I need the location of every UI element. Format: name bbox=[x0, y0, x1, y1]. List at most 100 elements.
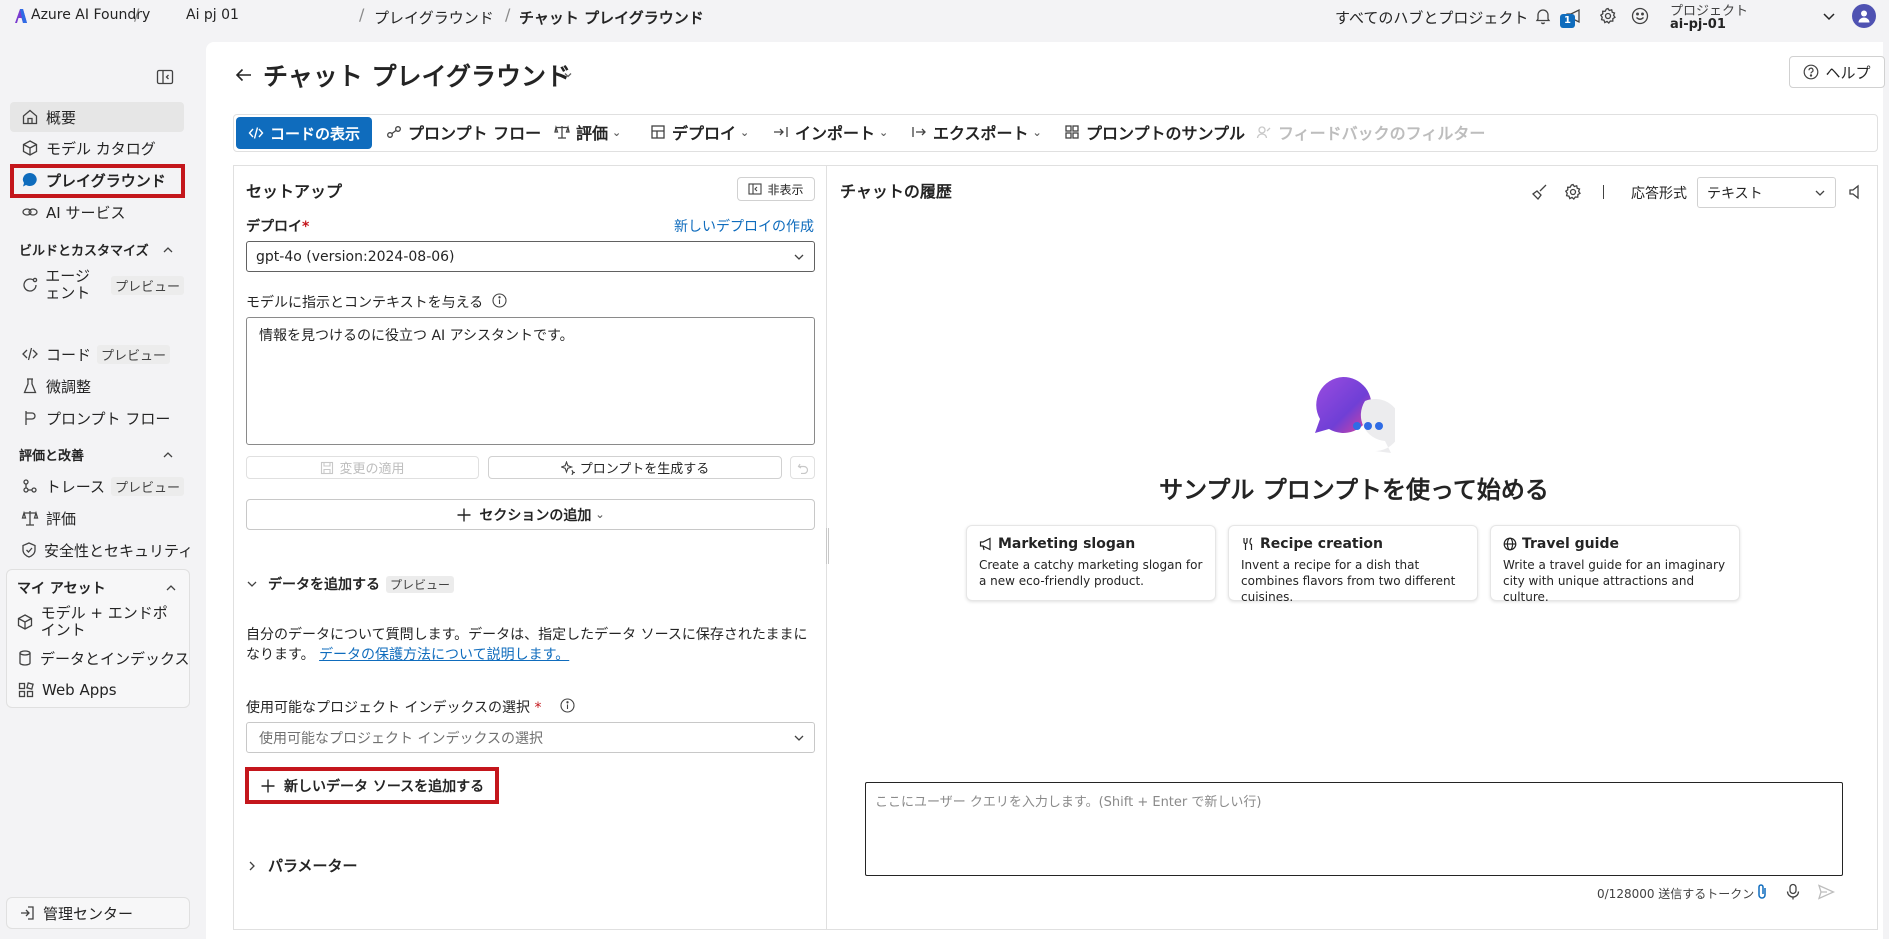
evaluate-menu[interactable]: 評価 ⌄ bbox=[554, 114, 621, 150]
help-button[interactable]: ヘルプ bbox=[1789, 56, 1885, 88]
sidebar-item-agents[interactable]: エージェント プレビュー bbox=[10, 264, 184, 306]
generate-prompt-button[interactable]: プロンプトを生成する bbox=[488, 456, 782, 479]
sidebar-item-models-endpoints[interactable]: モデル + エンドポイント bbox=[6, 601, 180, 643]
hide-panel-icon bbox=[748, 183, 763, 195]
chevron-down-icon bbox=[1814, 187, 1826, 199]
chat-input-placeholder: ここにユーザー クエリを入力します。(Shift + Enter で新しい行) bbox=[875, 795, 1262, 810]
title-chevron-icon[interactable] bbox=[563, 70, 573, 80]
info-icon[interactable] bbox=[560, 698, 575, 713]
chat-history-title: チャットの履歴 bbox=[840, 182, 952, 201]
sidebar-group-eval[interactable]: 評価と改善 bbox=[19, 445, 174, 464]
breadcrumb-playground[interactable]: プレイグラウンド bbox=[374, 7, 494, 28]
deploy-menu[interactable]: デプロイ ⌄ bbox=[650, 114, 749, 150]
hide-button[interactable]: 非表示 bbox=[737, 177, 815, 201]
view-code-button[interactable]: コードの表示 bbox=[236, 117, 372, 149]
sidebar-item-code[interactable]: コード プレビュー bbox=[10, 339, 184, 369]
preview-badge: プレビュー bbox=[110, 476, 184, 496]
card-title: Recipe creation bbox=[1260, 536, 1383, 552]
gear-icon[interactable] bbox=[1564, 183, 1582, 201]
sidebar-group-assets[interactable]: マイ アセット bbox=[17, 578, 177, 598]
speaker-icon[interactable] bbox=[1847, 184, 1863, 200]
index-select-placeholder: 使用可能なプロジェクト インデックスの選択 bbox=[259, 730, 544, 747]
view-code-label: コードの表示 bbox=[269, 124, 360, 143]
sidebar-item-model-catalog[interactable]: モデル カタログ bbox=[10, 133, 184, 163]
deploy-select[interactable]: gpt-4o (version:2024-08-06) bbox=[246, 241, 815, 272]
avatar[interactable] bbox=[1852, 4, 1876, 28]
chat-input[interactable]: ここにユーザー クエリを入力します。(Shift + Enter で新しい行) bbox=[865, 782, 1843, 876]
chevron-down-icon: ⌄ bbox=[612, 125, 622, 139]
prompt-card-travel[interactable]: Travel guide Write a travel guide for an… bbox=[1490, 525, 1740, 604]
brand-name[interactable]: Azure AI Foundry bbox=[31, 7, 150, 23]
chevron-down-icon bbox=[246, 578, 258, 590]
chevron-down-icon bbox=[793, 251, 805, 263]
feedback-icon bbox=[1256, 124, 1272, 140]
new-deploy-link[interactable]: 新しいデプロイの作成 bbox=[674, 216, 814, 236]
sidebar-item-data-indexes[interactable]: データとインデックス bbox=[6, 643, 190, 673]
back-arrow-icon[interactable] bbox=[234, 65, 254, 85]
management-center-button[interactable]: 管理センター bbox=[6, 897, 190, 929]
index-label: 使用可能なプロジェクト インデックスの選択 * bbox=[246, 697, 541, 717]
setup-panel bbox=[233, 165, 827, 930]
prompt-card-marketing[interactable]: Marketing slogan Create a catchy marketi… bbox=[966, 525, 1216, 601]
all-hubs-link[interactable]: すべてのハブとプロジェクト bbox=[1335, 7, 1528, 28]
info-icon[interactable] bbox=[492, 293, 507, 308]
sidebar-group-build[interactable]: ビルドとカスタマイズ bbox=[19, 240, 174, 259]
attach-icon[interactable] bbox=[1754, 883, 1770, 901]
gear-icon[interactable] bbox=[1599, 7, 1617, 25]
add-datasource-button[interactable]: 新しいデータ ソースを追加する bbox=[246, 768, 498, 803]
sidebar-item-prompt-flow[interactable]: プロンプト フロー bbox=[10, 403, 184, 433]
prompt-flow-button[interactable]: プロンプト フロー bbox=[386, 114, 541, 150]
prompt-samples-button[interactable]: プロンプトのサンプル bbox=[1064, 114, 1245, 150]
scale-icon bbox=[554, 124, 570, 140]
flow-icon bbox=[386, 124, 402, 140]
preview-badge: プレビュー bbox=[386, 575, 455, 593]
sidebar-item-evaluation[interactable]: 評価 bbox=[10, 503, 184, 533]
preview-badge: プレビュー bbox=[97, 344, 171, 364]
data-protection-link[interactable]: データの保護方法について説明します。 bbox=[319, 647, 569, 663]
sidebar-item-web-apps[interactable]: Web Apps bbox=[6, 675, 180, 705]
response-format-value: テキスト bbox=[1707, 185, 1763, 202]
response-format-select[interactable]: テキスト bbox=[1697, 177, 1836, 208]
scale-icon bbox=[20, 508, 40, 528]
response-format-label: 応答形式 bbox=[1631, 186, 1687, 202]
sidebar-item-fine-tuning[interactable]: 微調整 bbox=[10, 371, 184, 401]
grid-icon bbox=[1064, 124, 1080, 140]
export-icon bbox=[911, 124, 927, 140]
broom-icon[interactable] bbox=[1531, 183, 1549, 201]
prompt-samples-label: プロンプトのサンプル bbox=[1086, 124, 1246, 143]
chevron-down-icon[interactable] bbox=[1822, 9, 1836, 23]
sidebar-item-label: 評価 bbox=[46, 509, 77, 528]
database-icon bbox=[16, 648, 34, 668]
cube-icon bbox=[16, 612, 35, 632]
deploy-label-text: デプロイ bbox=[246, 219, 302, 235]
breadcrumb-project[interactable]: Ai pj 01 bbox=[186, 7, 239, 23]
code-icon bbox=[248, 125, 264, 141]
chevron-down-icon: ⌄ bbox=[595, 508, 605, 521]
export-menu[interactable]: エクスポート ⌄ bbox=[911, 114, 1042, 150]
undo-button bbox=[790, 456, 815, 479]
add-data-toggle[interactable]: データを追加する プレビュー bbox=[246, 574, 455, 594]
smiley-icon[interactable] bbox=[1631, 7, 1649, 25]
parameters-toggle[interactable]: パラメーター bbox=[246, 855, 358, 876]
sidebar-item-ai-services[interactable]: AI サービス bbox=[10, 197, 184, 227]
panel-resize-handle[interactable] bbox=[826, 528, 829, 564]
sidebar-item-overview[interactable]: 概要 bbox=[10, 102, 184, 132]
instructions-textarea[interactable]: 情報を見つけるのに役立つ AI アシスタントです。 bbox=[246, 317, 815, 445]
bell-icon[interactable] bbox=[1534, 7, 1552, 25]
project-name[interactable]: ai-pj-01 bbox=[1670, 17, 1726, 32]
sidebar-item-label: プロンプト フロー bbox=[46, 409, 171, 428]
import-menu[interactable]: インポート ⌄ bbox=[773, 114, 888, 150]
index-select[interactable]: 使用可能なプロジェクト インデックスの選択 bbox=[246, 722, 815, 753]
sidebar-item-playground[interactable]: プレイグラウンド bbox=[10, 165, 184, 195]
sidebar-item-label: AI サービス bbox=[46, 203, 126, 222]
microphone-icon[interactable] bbox=[1785, 883, 1801, 901]
add-section-button[interactable]: セクションの追加 ⌄ bbox=[246, 499, 815, 530]
sidebar-item-safety[interactable]: 安全性とセキュリティ bbox=[10, 535, 193, 565]
group-label: ビルドとカスタマイズ bbox=[19, 244, 149, 259]
sidebar-item-label: 安全性とセキュリティ bbox=[44, 541, 194, 560]
prompt-card-recipe[interactable]: Recipe creation Invent a recipe for a di… bbox=[1228, 525, 1478, 604]
sidebar-item-tracing[interactable]: トレース プレビュー bbox=[10, 471, 184, 501]
collapse-sidebar-icon[interactable] bbox=[156, 69, 174, 85]
card-title: Travel guide bbox=[1522, 536, 1619, 552]
code-icon bbox=[20, 344, 40, 364]
